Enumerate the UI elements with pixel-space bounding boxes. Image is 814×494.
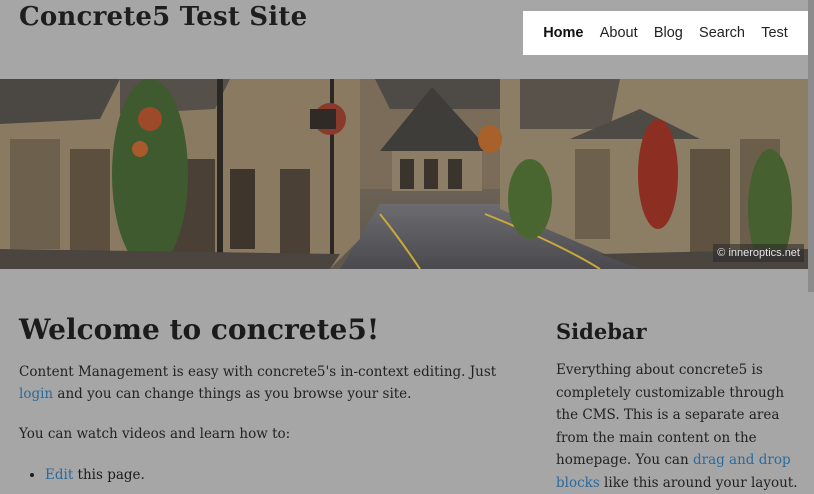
nav-item-search[interactable]: Search: [699, 25, 745, 41]
village-street-illustration: [0, 79, 808, 269]
list-item: Edit this page.: [45, 464, 145, 486]
intro-text-end: and you can change things as you browse …: [53, 386, 412, 402]
nav-item-home[interactable]: Home: [543, 25, 583, 41]
hero-banner-image: © inneroptics.net: [0, 79, 808, 269]
welcome-heading: Welcome to concrete5!: [19, 313, 380, 346]
nav-item-about[interactable]: About: [600, 25, 638, 41]
howto-list: Edit this page.: [19, 464, 145, 486]
nav-item-blog[interactable]: Blog: [654, 25, 683, 41]
list-item-text: this page.: [73, 467, 145, 483]
image-credit: © inneroptics.net: [713, 244, 804, 262]
sidebar: Sidebar Everything about concrete5 is co…: [556, 319, 806, 491]
scrollbar-thumb[interactable]: [808, 0, 814, 292]
intro-text: Content Management is easy with concrete…: [19, 364, 497, 380]
intro-paragraph: Content Management is easy with concrete…: [19, 361, 499, 405]
edit-link[interactable]: Edit: [45, 467, 73, 483]
sidebar-heading: Sidebar: [556, 319, 647, 344]
videos-paragraph: You can watch videos and learn how to:: [19, 426, 291, 442]
sidebar-text-end: like this around your layout.: [599, 474, 798, 491]
site-title[interactable]: Concrete5 Test Site: [19, 2, 307, 32]
login-link[interactable]: login: [19, 386, 53, 402]
main-content: Welcome to concrete5! Content Management…: [19, 313, 519, 483]
sidebar-paragraph: Everything about concrete5 is completely…: [556, 359, 804, 494]
main-nav: Home About Blog Search Test: [523, 11, 808, 55]
nav-item-test[interactable]: Test: [761, 25, 788, 41]
